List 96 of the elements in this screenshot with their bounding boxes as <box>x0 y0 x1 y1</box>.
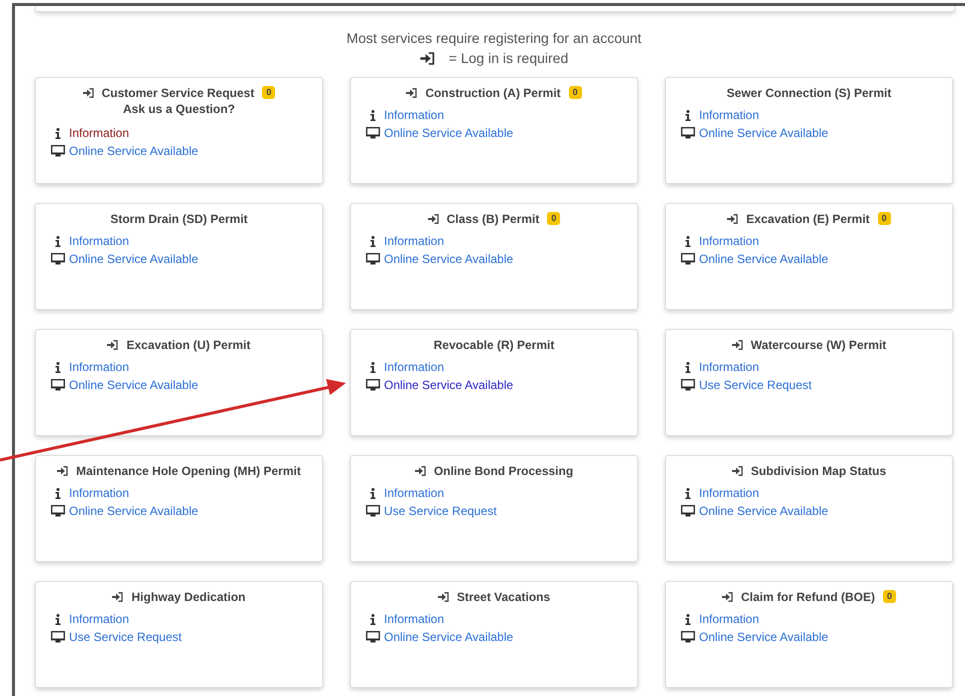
information-link[interactable]: Information <box>699 612 760 626</box>
card-subtitle: Ask us a Question? <box>122 101 236 118</box>
count-badge: 0 <box>878 212 891 225</box>
monitor-icon <box>681 379 695 391</box>
info-icon <box>685 614 691 624</box>
card-title: Revocable (R) Permit <box>434 338 554 352</box>
information-link[interactable]: Information <box>384 486 444 500</box>
information-link[interactable]: Information <box>69 126 130 140</box>
info-icon <box>370 236 376 246</box>
information-link[interactable]: Information <box>69 360 130 374</box>
information-link[interactable]: Information <box>699 108 760 122</box>
login-icon <box>112 592 124 602</box>
information-link[interactable]: Information <box>699 234 760 248</box>
login-icon <box>722 592 733 602</box>
login-icon <box>438 592 449 602</box>
login-icon <box>732 340 743 350</box>
card-title: Maintenance Hole Opening (MH) Permit <box>76 464 301 478</box>
info-icon <box>55 362 61 372</box>
information-link[interactable]: Information <box>384 612 444 626</box>
information-link[interactable]: Information <box>69 612 130 626</box>
monitor-icon <box>51 145 65 157</box>
service-link[interactable]: Online Service Available <box>384 378 514 392</box>
card-title: Highway Dedication <box>131 590 246 604</box>
card-title: Subdivision Map Status <box>750 464 886 478</box>
service-link[interactable]: Online Service Available <box>699 630 828 644</box>
information-link[interactable]: Information <box>69 486 130 500</box>
service-link[interactable]: Online Service Available <box>69 252 198 266</box>
info-icon <box>685 488 691 498</box>
login-icon <box>57 466 68 476</box>
service-link[interactable]: Online Service Available <box>699 126 828 140</box>
login-icon <box>82 88 94 98</box>
service-link[interactable]: Online Service Available <box>384 126 514 140</box>
monitor-icon <box>681 127 695 139</box>
service-link[interactable]: Online Service Available <box>69 378 198 392</box>
info-icon <box>370 110 376 120</box>
count-badge: 0 <box>568 86 582 99</box>
count-badge: 0 <box>262 86 276 99</box>
service-link[interactable]: Use Service Request <box>699 378 812 392</box>
information-link[interactable]: Information <box>69 234 130 248</box>
monitor-icon <box>366 505 380 517</box>
monitor-icon <box>366 127 380 139</box>
card-title: Excavation (U) Permit <box>126 338 251 352</box>
service-link[interactable]: Online Service Available <box>699 504 828 518</box>
info-icon <box>370 614 376 624</box>
info-icon <box>370 488 376 498</box>
card-title: Sewer Connection (S) Permit <box>726 86 892 100</box>
information-link[interactable]: Information <box>384 360 444 374</box>
monitor-icon <box>51 631 65 643</box>
monitor-icon <box>681 631 695 643</box>
monitor-icon <box>51 505 65 517</box>
card-title: Claim for Refund (BOE) <box>740 590 875 604</box>
monitor-icon <box>681 253 695 265</box>
card-title: Construction (A) Permit <box>425 86 561 100</box>
information-link[interactable]: Information <box>384 108 444 122</box>
login-icon <box>428 214 439 224</box>
information-link[interactable]: Information <box>384 234 444 248</box>
card-title: Storm Drain (SD) Permit <box>110 212 248 226</box>
intro-text: Most services require registering for an account <box>346 29 642 48</box>
monitor-icon <box>51 379 65 391</box>
login-icon <box>420 52 435 64</box>
info-icon <box>55 488 61 498</box>
info-icon <box>55 128 61 138</box>
card-title: Excavation (E) Permit <box>746 212 870 226</box>
info-icon <box>55 614 61 624</box>
card-title: Customer Service Request <box>102 86 254 100</box>
info-icon <box>685 236 691 246</box>
information-link[interactable]: Information <box>699 360 760 374</box>
card-title: Watercourse (W) Permit <box>750 338 886 352</box>
monitor-icon <box>366 631 380 643</box>
monitor-icon <box>366 253 380 265</box>
information-link[interactable]: Information <box>699 486 760 500</box>
service-link[interactable]: Online Service Available <box>69 504 198 518</box>
service-link[interactable]: Online Service Available <box>384 252 514 266</box>
login-icon <box>406 88 418 98</box>
service-link[interactable]: Online Service Available <box>699 252 828 266</box>
info-icon <box>685 110 691 120</box>
card-title: Street Vacations <box>456 590 550 604</box>
monitor-icon <box>51 253 65 265</box>
login-icon <box>414 466 426 476</box>
service-link[interactable]: Use Service Request <box>69 630 182 644</box>
monitor-icon <box>681 505 695 517</box>
card-title: Class (B) Permit <box>446 212 540 226</box>
info-icon <box>685 362 691 372</box>
info-icon <box>370 362 376 372</box>
card-title: Online Bond Processing <box>434 464 574 478</box>
service-link[interactable]: Online Service Available <box>69 144 198 158</box>
login-icon <box>107 340 118 350</box>
info-icon <box>55 236 61 246</box>
login-icon <box>727 214 738 224</box>
login-icon <box>732 466 743 476</box>
service-link[interactable]: Use Service Request <box>384 504 497 518</box>
monitor-icon <box>366 379 380 391</box>
count-badge: 0 <box>547 212 560 225</box>
legend-text: = Log in is required <box>448 49 568 68</box>
count-badge: 0 <box>882 590 896 603</box>
service-link[interactable]: Online Service Available <box>384 630 514 644</box>
